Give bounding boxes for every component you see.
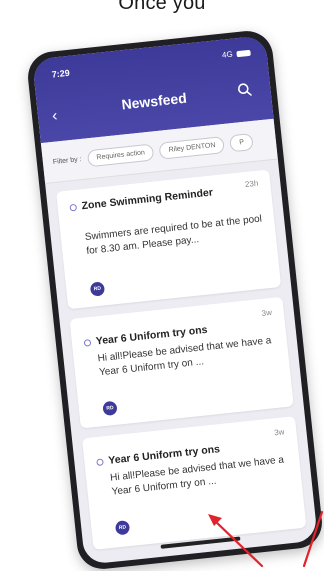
card-body: Swimmers are required to be at the pool …	[84, 213, 263, 257]
card-title: Zone Swimming Reminder	[81, 186, 214, 213]
feed-card[interactable]: 3w Year 6 Uniform try ons Hi all!Please …	[69, 296, 294, 429]
filter-chip-riley-denton[interactable]: Riley DENTON	[158, 135, 226, 160]
unread-dot-icon	[69, 203, 78, 212]
status-time: 7:29	[51, 67, 71, 80]
feed-card[interactable]: 3w Year 6 Uniform try ons Hi all!Please …	[81, 416, 307, 550]
battery-icon	[236, 49, 251, 57]
filter-chip-more[interactable]: P	[229, 132, 254, 152]
phone-frame: 7:29 4G ‹ Newsfeed Filter by : Requires …	[25, 28, 324, 571]
filter-chip-requires-action[interactable]: Requires action	[86, 142, 155, 167]
search-icon[interactable]	[236, 81, 254, 99]
filter-label: Filter by :	[52, 155, 82, 166]
avatar: RD	[89, 281, 106, 297]
card-time: 3w	[273, 427, 285, 438]
unread-dot-icon	[96, 458, 104, 467]
card-time: 3w	[261, 307, 273, 318]
card-time: 23h	[244, 178, 259, 190]
phone-mockup: 7:29 4G ‹ Newsfeed Filter by : Requires …	[25, 28, 324, 571]
feed-card[interactable]: 23h Zone Swimming Reminder Swimmers are …	[56, 169, 282, 310]
caption-text: Once you	[118, 0, 206, 14]
unread-dot-icon	[83, 339, 92, 347]
avatar: RD	[102, 400, 118, 417]
phone-screen: 7:29 4G ‹ Newsfeed Filter by : Requires …	[32, 35, 318, 565]
avatar: RD	[114, 520, 131, 536]
status-icons: 4G	[222, 48, 251, 60]
signal-text: 4G	[221, 49, 234, 60]
